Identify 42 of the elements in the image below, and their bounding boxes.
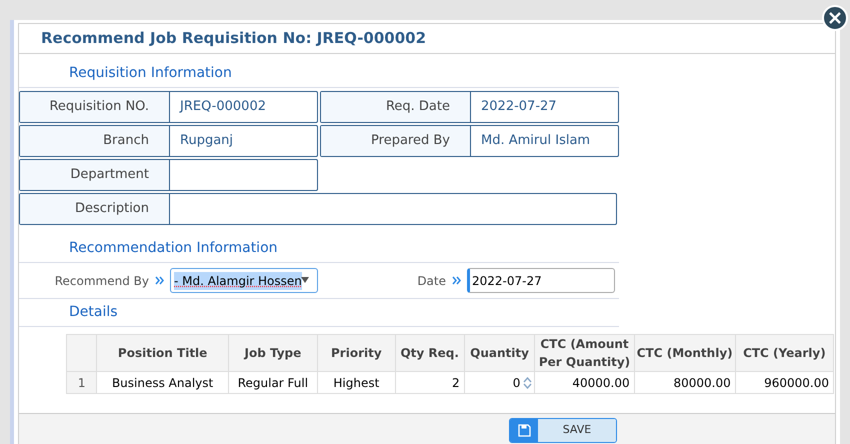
section-heading: Requisition Information [69, 64, 232, 83]
field-label: Prepared By [321, 126, 471, 156]
field-value: 2022-07-27 [480, 98, 558, 116]
spinner-arrows-icon [523, 376, 532, 388]
table-cell: Business Analyst [96, 372, 228, 394]
column-header: CTC (Amount Per Quantity) [534, 334, 634, 372]
column-header: Priority [317, 334, 396, 372]
row-number: 1 [66, 372, 97, 394]
field-label: Recommend By [54, 272, 149, 290]
field-label: Department [20, 160, 170, 190]
field-value: JREQ-000002 [178, 98, 267, 116]
column-header: CTC (Yearly) [735, 334, 834, 372]
section-heading: Details [69, 303, 118, 322]
table-cell: 80000.00 [634, 372, 736, 394]
table-cell: Regular Full [228, 372, 318, 394]
quantity-spinner[interactable]: 0 [464, 374, 534, 392]
column-header: Qty Req. [395, 334, 464, 372]
table-cell: Highest [317, 372, 396, 394]
field-label: Date [416, 272, 446, 290]
date-field[interactable]: 2022-07-27 [467, 268, 615, 293]
close-icon [829, 12, 841, 24]
chevrons-icon [452, 276, 461, 285]
chevrons-icon [155, 276, 164, 285]
save-button[interactable]: SAVE [509, 418, 617, 443]
field-label: Description [20, 194, 170, 224]
column-header: Job Type [228, 334, 318, 372]
field-value: Rupganj [179, 132, 234, 150]
table-cell: 960000.00 [735, 372, 834, 394]
section-heading: Recommendation Information [69, 239, 278, 258]
field-label: Requisition NO. [20, 92, 170, 122]
table-cell: 40000.00 [534, 372, 634, 394]
column-header: Position Title [96, 334, 228, 372]
close-button[interactable] [822, 5, 848, 31]
column-header: CTC (Monthly) [634, 334, 736, 372]
field-value: Md. Amirul Islam [480, 132, 592, 150]
dialog-title: Recommend Job Requisition No: JREQ-000002 [41, 28, 426, 50]
table-cell: 2 [395, 372, 464, 394]
field-label: Branch [20, 126, 170, 156]
column-header: Quantity [464, 334, 535, 372]
field-label: Req. Date [321, 92, 471, 122]
dropdown-caret-icon [301, 277, 309, 283]
recommend-select[interactable]: - Md. Alamgir Hossen [170, 268, 318, 293]
